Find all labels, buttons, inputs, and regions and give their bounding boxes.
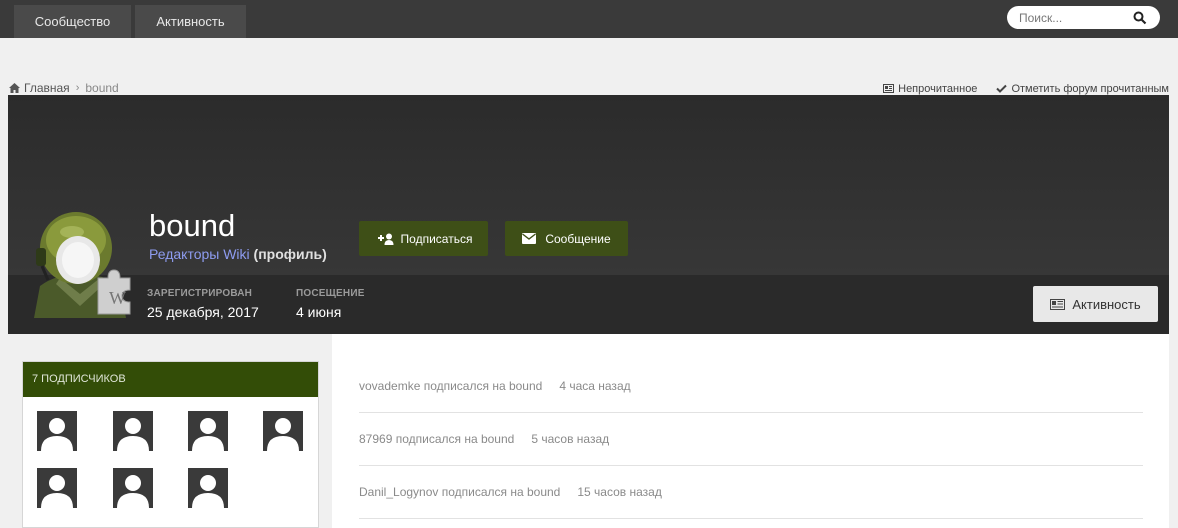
feed-time: 4 часа назад — [559, 379, 631, 393]
visit-label: ПОСЕЩЕНИЕ — [296, 288, 365, 299]
feed-text[interactable]: 87969 подписался на bound — [359, 432, 514, 446]
user-silhouette-icon — [41, 418, 73, 451]
user-plus-icon — [377, 233, 394, 245]
follow-button[interactable]: Подписаться — [359, 221, 488, 256]
activity-label: Активность — [1072, 296, 1141, 312]
breadcrumb: Главная › bound — [9, 81, 119, 95]
message-label: Сообщение — [545, 231, 611, 246]
chevron-right-icon: › — [75, 82, 80, 94]
stat-last-visit: ПОСЕЩЕНИЕ 4 июня — [296, 288, 365, 320]
feed-time: 15 часов назад — [577, 485, 662, 499]
follower-avatar[interactable] — [263, 411, 303, 451]
follow-label: Подписаться — [400, 231, 473, 246]
user-silhouette-icon — [267, 418, 299, 451]
unread-link[interactable]: Непрочитанное — [883, 83, 977, 95]
forum-actions: Непрочитанное Отметить форум прочитанным — [864, 82, 1169, 95]
newspaper-icon — [883, 84, 895, 93]
follower-avatar[interactable] — [188, 411, 228, 451]
mark-read-label: Отметить форум прочитанным — [1011, 82, 1169, 95]
feed-item: 87969 подписался на bound 5 часов назад — [359, 413, 1143, 466]
top-navigation: Сообщество Активность — [0, 0, 1178, 38]
message-button[interactable]: Сообщение — [505, 221, 628, 256]
user-avatar[interactable]: W — [26, 206, 134, 318]
feed-text[interactable]: Danil_Logynov подписался на bound — [359, 485, 560, 499]
registered-value: 25 декабря, 2017 — [147, 304, 259, 320]
user-silhouette-icon — [117, 418, 149, 451]
follower-avatar[interactable] — [113, 411, 153, 451]
profile-link[interactable]: (профиль) — [254, 246, 327, 262]
visit-value: 4 июня — [296, 304, 342, 320]
group-name[interactable]: Редакторы Wiki — [149, 246, 250, 262]
activity-button[interactable]: Активность — [1033, 286, 1158, 322]
user-silhouette-icon — [117, 475, 149, 508]
home-icon — [9, 83, 20, 93]
feed-item: vovademke подписался на bound 4 часа наза… — [359, 360, 1143, 413]
svg-text:W: W — [109, 288, 126, 308]
mark-read-link[interactable]: Отметить форум прочитанным — [996, 83, 1169, 95]
profile-username: bound — [149, 208, 236, 243]
feed-item: Danil_Logynov подписался на bound 15 часо… — [359, 466, 1143, 519]
follower-avatar[interactable] — [188, 468, 228, 508]
breadcrumb-current: bound — [85, 81, 119, 95]
profile-cover: W bound Редакторы Wiki (профиль) Подписа… — [8, 95, 1169, 334]
search-icon[interactable] — [1133, 11, 1147, 25]
user-silhouette-icon — [41, 475, 73, 508]
followers-widget: 7 ПОДПИСЧИКОВ — [22, 361, 319, 528]
stat-registered: ЗАРЕГИСТРИРОВАН 25 декабря, 2017 — [147, 288, 259, 320]
nav-tab-community[interactable]: Сообщество — [14, 5, 131, 38]
search-input[interactable] — [1019, 9, 1129, 26]
check-icon — [996, 84, 1008, 93]
envelope-icon — [522, 233, 537, 244]
follower-avatar[interactable] — [37, 411, 77, 451]
feed-time: 5 часов назад — [531, 432, 610, 446]
user-silhouette-icon — [192, 475, 224, 508]
registered-label: ЗАРЕГИСТРИРОВАН — [147, 288, 253, 299]
unread-label: Непрочитанное — [898, 82, 978, 95]
follower-avatar[interactable] — [113, 468, 153, 508]
follower-avatar[interactable] — [37, 468, 77, 508]
breadcrumb-home[interactable]: Главная — [24, 81, 70, 95]
profile-group: Редакторы Wiki (профиль) — [149, 246, 327, 262]
newspaper-icon — [1050, 298, 1066, 310]
nav-tab-activity[interactable]: Активность — [135, 5, 246, 38]
followers-title[interactable]: 7 ПОДПИСЧИКОВ — [23, 362, 318, 397]
feed-text[interactable]: vovademke подписался на bound — [359, 379, 542, 393]
search-box — [1007, 6, 1160, 29]
user-silhouette-icon — [192, 418, 224, 451]
